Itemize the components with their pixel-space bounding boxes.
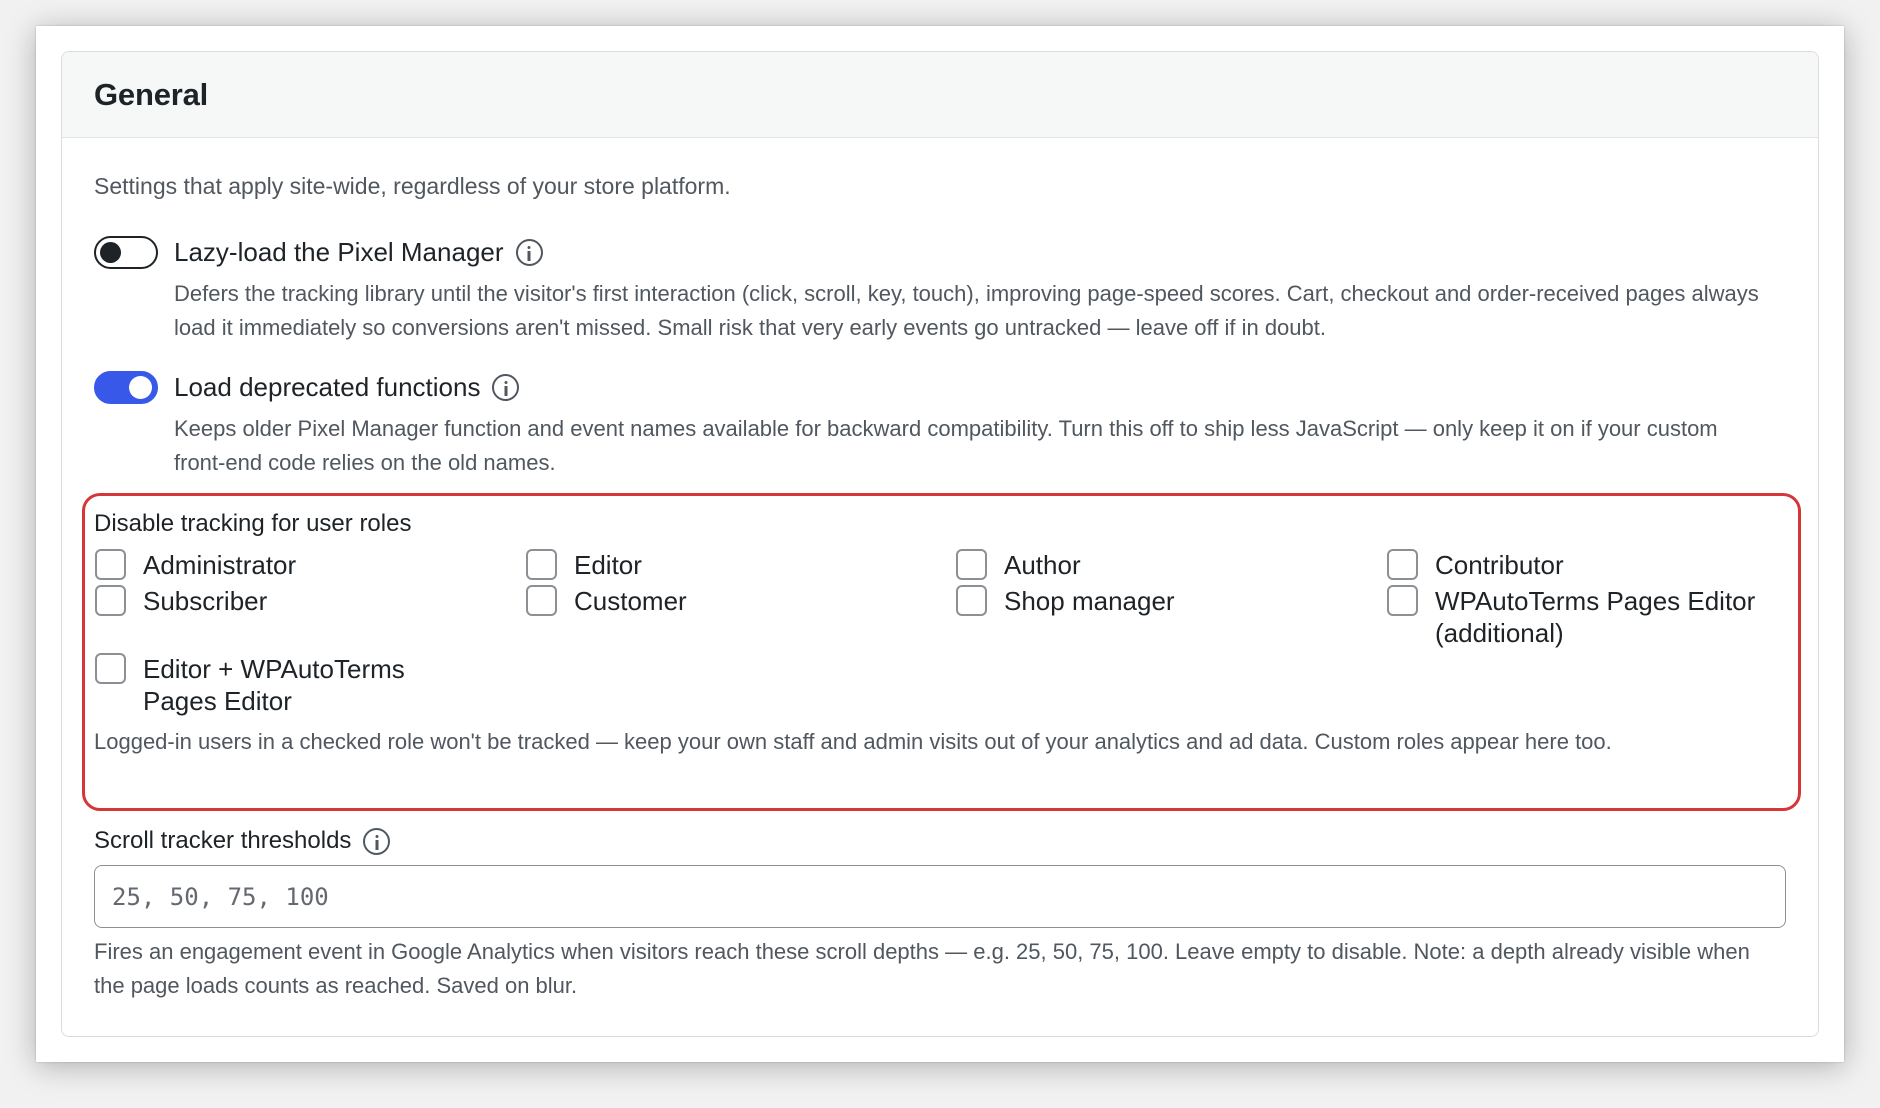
toggle-knob <box>129 376 152 399</box>
checkbox-box[interactable] <box>1387 549 1418 580</box>
card-header: General <box>62 52 1818 138</box>
checkbox-box[interactable] <box>956 585 987 616</box>
checkbox-box[interactable] <box>95 549 126 580</box>
role-checkbox-wpautoterms-pages-editor[interactable]: WPAutoTerms Pages Editor (additional) <box>1387 585 1775 649</box>
info-icon[interactable] <box>515 238 543 266</box>
lazy-load-label-text: Lazy-load the Pixel Manager <box>174 236 504 267</box>
deprecated-label: Load deprecated functions <box>174 367 520 407</box>
checkbox-box[interactable] <box>526 549 557 580</box>
role-label: Author <box>1004 550 1081 580</box>
checkbox-box[interactable] <box>526 585 557 616</box>
role-label: Editor <box>574 550 642 580</box>
role-checkbox-customer[interactable]: Customer <box>526 585 687 617</box>
card-intro: Settings that apply site-wide, regardles… <box>94 173 731 199</box>
user-roles-note: Logged-in users in a checked role won't … <box>94 729 1612 754</box>
deprecated-description: Keeps older Pixel Manager function and e… <box>174 416 1718 475</box>
role-label: Contributor <box>1435 550 1564 580</box>
role-checkbox-editor[interactable]: Editor <box>526 549 642 581</box>
role-label: Customer <box>574 586 687 616</box>
deprecated-toggle[interactable] <box>94 371 158 404</box>
info-icon[interactable] <box>492 373 520 401</box>
lazy-load-description: Defers the tracking library until the vi… <box>174 281 1759 340</box>
lazy-load-toggle[interactable] <box>94 236 158 269</box>
checkbox-box[interactable] <box>956 549 987 580</box>
role-checkbox-editor-wpautoterms[interactable]: Editor + WPAutoTerms Pages Editor <box>95 653 443 717</box>
user-roles-title: Disable tracking for user roles <box>94 510 412 537</box>
deprecated-label-text: Load deprecated functions <box>174 371 481 402</box>
checkbox-box[interactable] <box>95 585 126 616</box>
role-label: Shop manager <box>1004 586 1175 616</box>
checkbox-box[interactable] <box>1387 585 1418 616</box>
role-checkbox-shop-manager[interactable]: Shop manager <box>956 585 1175 617</box>
role-checkbox-subscriber[interactable]: Subscriber <box>95 585 267 617</box>
info-icon[interactable] <box>363 827 391 855</box>
role-label: Administrator <box>143 550 297 580</box>
scroll-thresholds-label-text: Scroll tracker thresholds <box>94 827 352 854</box>
lazy-load-label: Lazy-load the Pixel Manager <box>174 232 543 272</box>
scroll-thresholds-label: Scroll tracker thresholds <box>94 826 391 856</box>
card-title: General <box>94 76 209 112</box>
role-checkbox-administrator[interactable]: Administrator <box>95 549 296 581</box>
toggle-knob <box>100 242 121 263</box>
role-label: Editor + WPAutoTerms Pages Editor <box>143 654 405 716</box>
user-roles-highlight <box>82 493 1801 811</box>
checkbox-box[interactable] <box>95 653 126 684</box>
scroll-thresholds-input[interactable] <box>94 865 1786 928</box>
scroll-thresholds-description: Fires an engagement event in Google Anal… <box>94 939 1750 998</box>
role-checkbox-author[interactable]: Author <box>956 549 1081 581</box>
role-label: Subscriber <box>143 586 268 616</box>
role-label: WPAutoTerms Pages Editor (additional) <box>1435 586 1756 648</box>
role-checkbox-contributor[interactable]: Contributor <box>1387 549 1564 581</box>
